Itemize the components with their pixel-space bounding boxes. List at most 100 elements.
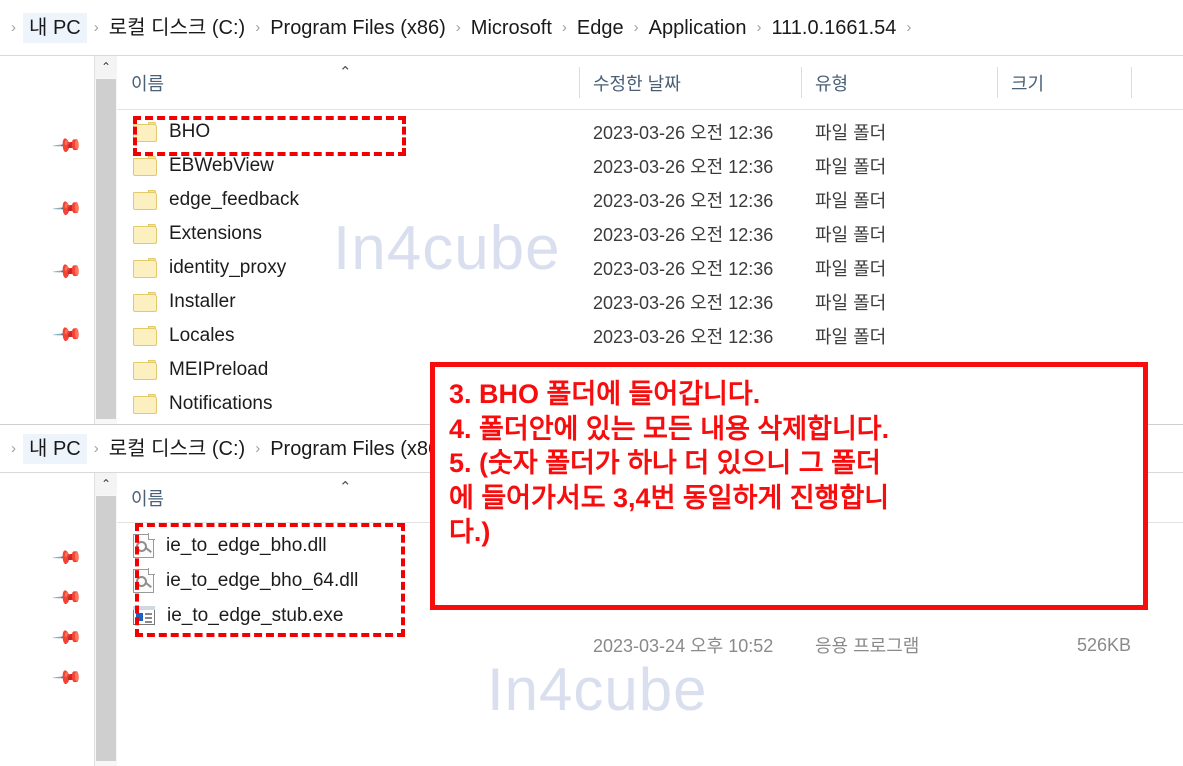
file-type-cell: 파일 폴더 xyxy=(815,225,887,245)
file-type-cell: 파일 폴더 xyxy=(815,327,887,347)
date-modified-cell: 2023-03-26 오전 12:36 xyxy=(593,225,774,245)
file-type-cell: 응용 프로그램 xyxy=(815,636,920,656)
date-modified-cell: 2023-03-24 오후 10:52 xyxy=(593,636,774,656)
column-header-size[interactable]: 크기 xyxy=(997,56,1131,109)
address-bar-top[interactable]: › 내 PC › 로컬 디스크 (C:) › Program Files (x8… xyxy=(0,0,1183,56)
breadcrumb-item-my-pc[interactable]: 내 PC xyxy=(23,12,87,43)
file-name-label: Installer xyxy=(169,291,236,312)
pin-icon[interactable]: 📌 xyxy=(51,581,83,613)
column-header-label: 유형 xyxy=(815,73,849,94)
file-type-cell: 파일 폴더 xyxy=(815,259,887,279)
breadcrumb-separator: › xyxy=(561,19,567,36)
table-row[interactable]: Locales 2023-03-26 오전 12:36 파일 폴더 xyxy=(117,319,1183,353)
column-header-label: 크기 xyxy=(1011,73,1045,94)
breadcrumb-item-application[interactable]: Application xyxy=(646,14,750,42)
folder-icon xyxy=(133,292,157,312)
breadcrumb-separator: › xyxy=(93,440,99,457)
scrollbar-thumb[interactable] xyxy=(96,496,116,761)
watermark-bottom: In4cube xyxy=(487,656,708,723)
breadcrumb-item-program-files[interactable]: Program Files (x86) xyxy=(267,14,449,42)
breadcrumb-item-local-disk[interactable]: 로컬 디스크 (C:) xyxy=(106,14,248,42)
navigation-pane-top[interactable]: 📌 📌 📌 📌 xyxy=(0,56,94,424)
sort-ascending-icon: ⌃ xyxy=(339,63,352,81)
column-header-date[interactable]: 수정한 날짜 xyxy=(579,56,801,109)
file-name-label: Locales xyxy=(169,325,235,346)
date-modified-cell: 2023-03-26 오전 12:36 xyxy=(593,157,774,177)
file-name-cell[interactable]: Extensions xyxy=(117,223,579,245)
file-type-cell: 파일 폴더 xyxy=(815,293,887,313)
table-row[interactable]: edge_feedback 2023-03-26 오전 12:36 파일 폴더 xyxy=(117,183,1183,217)
folder-icon xyxy=(133,258,157,278)
folder-icon xyxy=(133,326,157,346)
pin-icon[interactable]: 📌 xyxy=(51,129,83,161)
breadcrumb-separator: › xyxy=(11,440,16,457)
breadcrumb-item-version[interactable]: 111.0.1661.54 xyxy=(768,14,899,42)
scroll-up-icon[interactable]: ⌃ xyxy=(95,473,117,495)
pin-icon[interactable]: 📌 xyxy=(51,318,83,350)
table-row[interactable]: identity_proxy 2023-03-26 오전 12:36 파일 폴더 xyxy=(117,251,1183,285)
folder-icon xyxy=(133,360,157,380)
column-header-label: 수정한 날짜 xyxy=(593,73,681,94)
pin-icon[interactable]: 📌 xyxy=(51,541,83,573)
explorer-window-top: › 내 PC › 로컬 디스크 (C:) › Program Files (x8… xyxy=(0,0,1183,424)
screenshot-root: › 내 PC › 로컬 디스크 (C:) › Program Files (x8… xyxy=(0,0,1183,766)
scrollbar-thumb[interactable] xyxy=(96,79,116,419)
column-header-type[interactable]: 유형 xyxy=(801,56,997,109)
folder-icon xyxy=(133,190,157,210)
date-modified-cell: 2023-03-26 오전 12:36 xyxy=(593,191,774,211)
column-header-name[interactable]: 이름 ⌃ xyxy=(117,56,579,109)
nav-scrollbar-bottom[interactable]: ⌃ xyxy=(95,473,117,766)
breadcrumb-item-local-disk[interactable]: 로컬 디스크 (C:) xyxy=(106,435,248,463)
breadcrumb-separator: › xyxy=(255,19,261,36)
file-type-cell: 파일 폴더 xyxy=(815,191,887,211)
file-type-cell: 파일 폴더 xyxy=(815,157,887,177)
date-modified-cell: 2023-03-26 오전 12:36 xyxy=(593,327,774,347)
file-name-cell[interactable]: edge_feedback xyxy=(117,189,579,211)
file-type-cell: 파일 폴더 xyxy=(815,123,887,143)
nav-scrollbar-top[interactable]: ⌃ xyxy=(95,56,117,424)
pin-icon[interactable]: 📌 xyxy=(51,192,83,224)
breadcrumb-item-my-pc[interactable]: 내 PC xyxy=(23,433,87,464)
file-name-cell[interactable]: Installer xyxy=(117,291,579,313)
file-size-cell: 526KB xyxy=(1076,634,1131,655)
file-name-label: MEIPreload xyxy=(169,359,269,380)
sort-ascending-icon: ⌃ xyxy=(339,478,352,496)
folder-icon xyxy=(133,156,157,176)
file-name-label: edge_feedback xyxy=(169,189,299,210)
instruction-callout: 3. BHO 폴더에 들어갑니다. 4. 폴더안에 있는 모든 내용 삭제합니다… xyxy=(430,362,1148,610)
breadcrumb-item-microsoft[interactable]: Microsoft xyxy=(468,14,555,42)
file-name-label: EBWebView xyxy=(169,155,274,176)
folder-icon xyxy=(133,224,157,244)
date-modified-cell: 2023-03-26 오전 12:36 xyxy=(593,293,774,313)
date-modified-cell: 2023-03-26 오전 12:36 xyxy=(593,123,774,143)
breadcrumb-item-edge[interactable]: Edge xyxy=(574,14,627,42)
file-name-label: identity_proxy xyxy=(169,257,287,278)
column-header-label: 이름 xyxy=(131,73,165,94)
breadcrumb-separator: › xyxy=(93,19,99,36)
column-header-row-top: 이름 ⌃ 수정한 날짜 유형 크기 xyxy=(117,56,1183,110)
file-name-label: Extensions xyxy=(169,223,262,244)
breadcrumb-separator: › xyxy=(255,440,261,457)
breadcrumb-separator: › xyxy=(455,19,461,36)
highlight-box-ie-files xyxy=(135,523,405,637)
file-name-label: Notifications xyxy=(169,393,273,414)
navigation-pane-bottom[interactable]: 📌 📌 📌 📌 xyxy=(0,473,94,766)
file-name-cell[interactable]: EBWebView xyxy=(117,155,579,177)
pin-icon[interactable]: 📌 xyxy=(51,255,83,287)
pin-icon[interactable]: 📌 xyxy=(51,621,83,653)
file-name-cell[interactable]: identity_proxy xyxy=(117,257,579,279)
column-header-spacer xyxy=(1131,56,1171,109)
breadcrumb-separator: › xyxy=(11,19,16,36)
pin-icon[interactable]: 📌 xyxy=(51,661,83,693)
table-row[interactable]: Installer 2023-03-26 오전 12:36 파일 폴더 xyxy=(117,285,1183,319)
folder-icon xyxy=(133,394,157,414)
breadcrumb-separator: › xyxy=(756,19,762,36)
breadcrumb-separator: › xyxy=(906,19,912,36)
breadcrumb-separator: › xyxy=(633,19,639,36)
highlight-box-bho xyxy=(133,116,406,156)
scroll-up-icon[interactable]: ⌃ xyxy=(95,56,117,78)
instruction-text: 3. BHO 폴더에 들어갑니다. 4. 폴더안에 있는 모든 내용 삭제합니다… xyxy=(449,379,890,548)
breadcrumb-item-program-files[interactable]: Program Files (x86 xyxy=(267,435,442,463)
table-row[interactable]: Extensions 2023-03-26 오전 12:36 파일 폴더 xyxy=(117,217,1183,251)
file-name-cell[interactable]: Locales xyxy=(117,325,579,347)
